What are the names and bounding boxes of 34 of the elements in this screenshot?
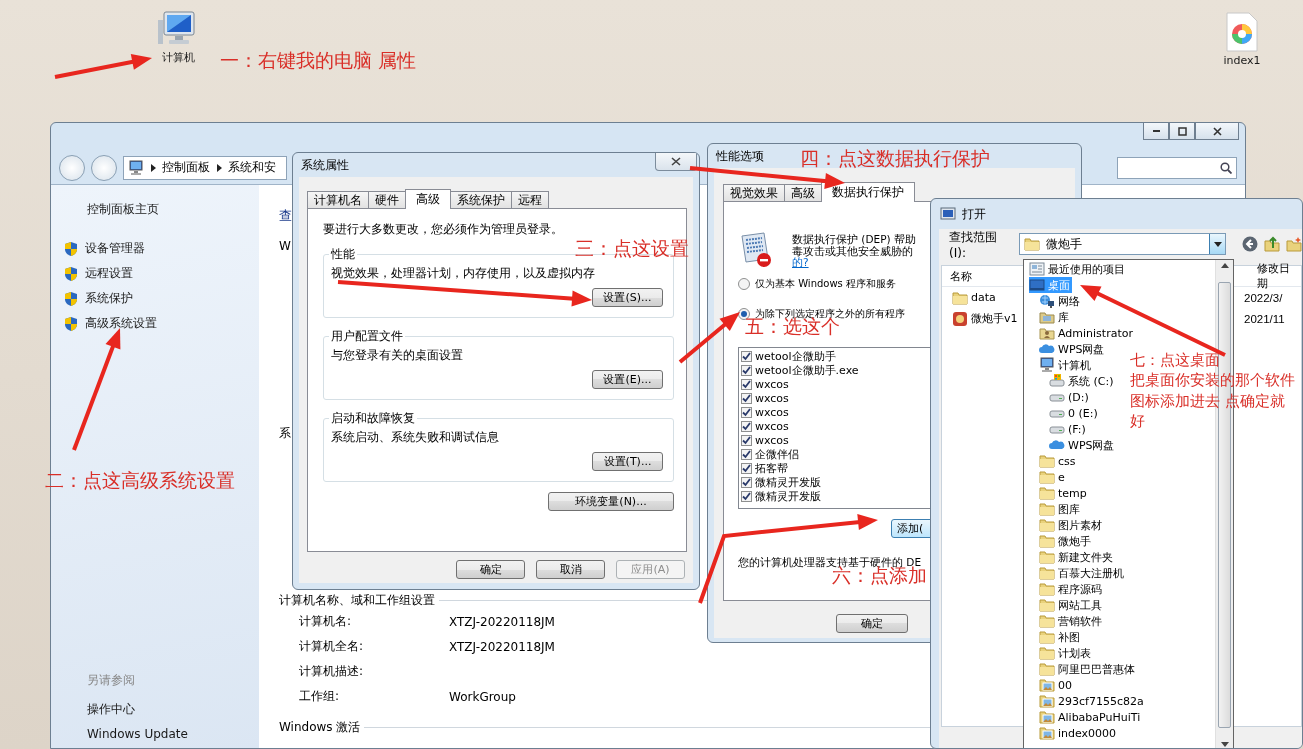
annotation-text: 七：点这桌面 [1130,350,1220,371]
group-text: 视觉效果，处理器计划，内存使用，以及虚拟内存 [331,265,596,282]
field-label: 计算机名: [299,613,353,630]
dialog-title: 系统属性 [301,156,349,174]
field-label: 工作组: [299,688,341,705]
text-line: 系 [279,425,291,442]
dialog-title: 打开 [962,205,986,223]
section-title: 计算机名称、域和工作组设置 [279,592,435,609]
group-title: 性能 [330,246,356,263]
annotation-text: 一：右键我的电脑 属性 [220,48,417,73]
notice-text: 要进行大多数更改，您必须作为管理员登录。 [323,221,564,238]
section-title: Windows 激活 [279,719,361,736]
annotation-text: 四：点这数据执行保护 [800,146,990,171]
text-line: W [279,239,291,253]
group-title: 用户配置文件 [330,328,404,345]
description-text: 毒攻击或其他安全威胁的 [792,245,914,257]
field-label: 查找范围(I): [949,228,998,260]
annotation-text: 三：点这设置 [575,236,689,261]
field-label: 计算机全名: [299,638,365,655]
dialog-title: 性能选项 [716,147,764,165]
group-title: 启动和故障恢复 [330,410,416,427]
field-value: WorkGroup [449,689,516,704]
file-date: 2021/11 [1244,312,1285,325]
file-date: 2022/3/ [1244,291,1283,304]
field-value: XTZJ-20220118JM [449,614,555,629]
page-heading: 查 [279,207,292,225]
field-label: 计算机描述: [299,663,365,680]
group-text: 系统启动、系统失败和调试信息 [331,429,500,446]
section-title: 另请参阅 [86,672,136,689]
group-text: 与您登录有关的桌面设置 [331,347,464,364]
description-text: 数据执行保护 (DEP) 帮助 [792,234,916,245]
field-value: XTZJ-20220118JM [449,639,555,654]
annotation-text: 好 [1130,410,1145,431]
dropdown-value: 微炮手 [1046,235,1084,253]
